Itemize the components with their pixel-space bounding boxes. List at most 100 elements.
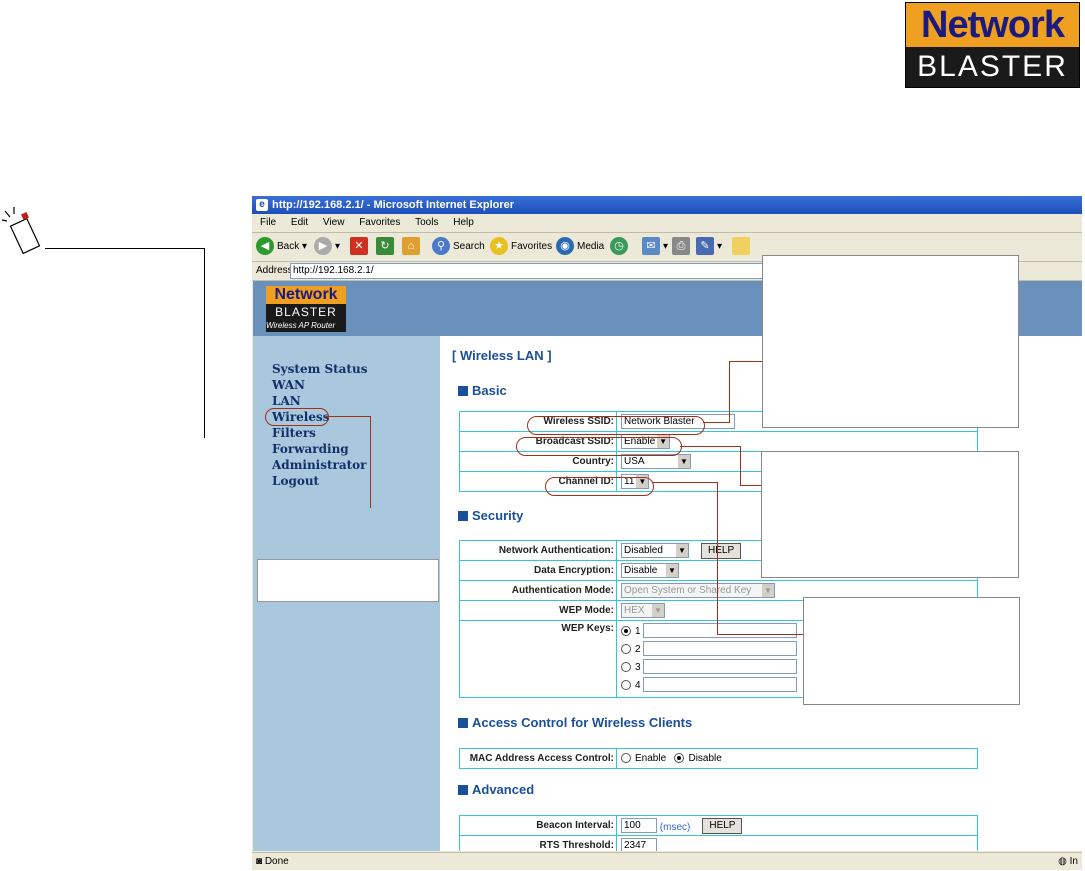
menu-edit[interactable]: Edit	[291, 217, 308, 228]
wep-key-radio[interactable]	[621, 626, 631, 637]
wep-key-input[interactable]	[643, 677, 798, 692]
wep-key-radio[interactable]	[621, 644, 631, 655]
stop-button[interactable]: ✕	[350, 237, 371, 257]
section-security-title: Security	[472, 508, 524, 523]
country-select[interactable]: USA ▼	[621, 454, 691, 469]
page-done-icon: ◙	[256, 856, 263, 867]
rts-label: RTS Threshold:	[460, 836, 617, 851]
router-logo-caption: Wireless AP Router	[266, 320, 346, 332]
rts-input[interactable]: 2347	[621, 838, 657, 851]
mail-icon: ✉	[642, 237, 660, 256]
beacon-unit: (msec)	[659, 822, 691, 833]
address-label: Address	[256, 265, 293, 276]
beacon-help-button[interactable]: HELP	[702, 818, 743, 834]
ie-icon: e	[256, 199, 268, 211]
nav-lan[interactable]: LAN	[272, 393, 301, 409]
encryption-value: Disable	[624, 565, 658, 576]
advanced-form: Beacon Interval: 100 (msec) HELP RTS Thres…	[459, 815, 978, 851]
menu-bar: File Edit View Favorites Tools Help	[252, 214, 1082, 233]
wep-mode-select[interactable]: HEX ▼	[621, 603, 665, 618]
mail-button[interactable]: ✉ ▾	[642, 237, 668, 257]
search-icon: ⚲	[432, 237, 450, 256]
menu-tools[interactable]: Tools	[415, 217, 438, 228]
chevron-down-icon: ▼	[666, 564, 678, 577]
wep-keys-label: WEP Keys:	[460, 621, 617, 697]
wep-key-input[interactable]	[643, 641, 798, 656]
callout-line	[370, 416, 371, 508]
brand-logo: Network BLASTER	[905, 2, 1080, 88]
nav-system-status[interactable]: System Status	[272, 361, 367, 377]
nav-logout[interactable]: Logout	[272, 473, 319, 489]
nav-wan[interactable]: WAN	[272, 377, 305, 393]
wep-key-number: 2	[635, 644, 641, 655]
row-beacon: Beacon Interval: 100 (msec) HELP	[459, 816, 978, 836]
section-advanced: Advanced	[458, 782, 534, 797]
internet-zone-icon: ◍	[1058, 856, 1067, 867]
home-button[interactable]: ⌂	[402, 237, 423, 257]
nav-forwarding[interactable]: Forwarding	[272, 441, 349, 457]
auth-mode-value: Open System or Shared Key	[624, 585, 752, 596]
history-button[interactable]: ◷	[610, 237, 631, 257]
refresh-button[interactable]: ↻	[376, 237, 397, 257]
menu-view[interactable]: View	[323, 217, 345, 228]
print-button[interactable]: ⎙	[672, 237, 693, 257]
country-value: USA	[624, 456, 645, 467]
note-callout-line	[45, 248, 204, 249]
wep-key-input[interactable]	[643, 623, 798, 638]
encryption-label: Data Encryption:	[460, 561, 617, 580]
search-button[interactable]: ⚲ Search	[432, 237, 485, 257]
media-button[interactable]: ◉ Media	[556, 237, 604, 257]
menu-favorites[interactable]: Favorites	[359, 217, 400, 228]
forward-icon: ▶	[314, 237, 332, 256]
mac-disable-radio[interactable]	[674, 753, 685, 764]
callout-box-broadcast	[761, 451, 1019, 578]
back-button[interactable]: ◀ Back ▾	[256, 237, 307, 257]
callout-line	[703, 422, 729, 423]
callout-oval-wireless	[265, 408, 329, 426]
messenger-button[interactable]	[732, 237, 753, 257]
auth-select[interactable]: Disabled ▼	[621, 543, 689, 558]
favorites-button[interactable]: ★ Favorites	[490, 237, 552, 257]
encryption-select[interactable]: Disable ▼	[621, 563, 679, 578]
router-logo-middle: BLASTER	[266, 304, 346, 320]
auth-mode-select[interactable]: Open System or Shared Key ▼	[621, 583, 775, 598]
menu-file[interactable]: File	[260, 217, 276, 228]
callout-line	[326, 416, 371, 417]
page-title: [ Wireless LAN ]	[452, 348, 552, 363]
nav-filters[interactable]: Filters	[272, 425, 316, 441]
auth-label: Network Authentication:	[460, 541, 617, 560]
nav-administrator[interactable]: Administrator	[272, 457, 367, 473]
section-security: Security	[458, 508, 523, 523]
section-advanced-title: Advanced	[472, 782, 535, 797]
address-input[interactable]: http://192.168.2.1/	[290, 263, 794, 279]
section-access-control: Access Control for Wireless Clients	[458, 715, 692, 730]
row-rts: RTS Threshold: 2347	[459, 836, 978, 851]
callout-line	[717, 634, 803, 635]
section-basic: Basic	[458, 383, 507, 398]
menu-help[interactable]: Help	[453, 217, 474, 228]
wep-key-row: 1	[621, 623, 798, 641]
wep-key-row: 2	[621, 641, 798, 659]
auth-help-button[interactable]: HELP	[701, 543, 742, 559]
refresh-icon: ↻	[376, 237, 394, 256]
wep-key-input[interactable]	[643, 659, 798, 674]
stop-icon: ✕	[350, 237, 368, 256]
callout-oval-channel	[545, 477, 654, 496]
back-label: Back	[277, 241, 300, 252]
mac-enable-radio[interactable]	[621, 753, 631, 764]
beacon-input[interactable]: 100	[621, 818, 657, 833]
history-icon: ◷	[610, 237, 628, 256]
status-text: Done	[264, 856, 289, 867]
wep-key-number: 1	[635, 626, 641, 637]
back-icon: ◀	[256, 237, 274, 256]
callout-line	[740, 446, 741, 486]
forward-button[interactable]: ▶ ▾	[314, 237, 340, 257]
wep-key-radio[interactable]	[621, 680, 631, 691]
callout-line	[729, 361, 763, 362]
media-icon: ◉	[556, 237, 574, 256]
wep-mode-label: WEP Mode:	[460, 601, 617, 620]
edit-button[interactable]: ✎ ▾	[696, 237, 722, 257]
status-zone: ◍ In	[1058, 853, 1078, 870]
wep-key-radio[interactable]	[621, 662, 631, 673]
title-bar: e http://192.168.2.1/ - Microsoft Interne…	[252, 196, 1082, 214]
